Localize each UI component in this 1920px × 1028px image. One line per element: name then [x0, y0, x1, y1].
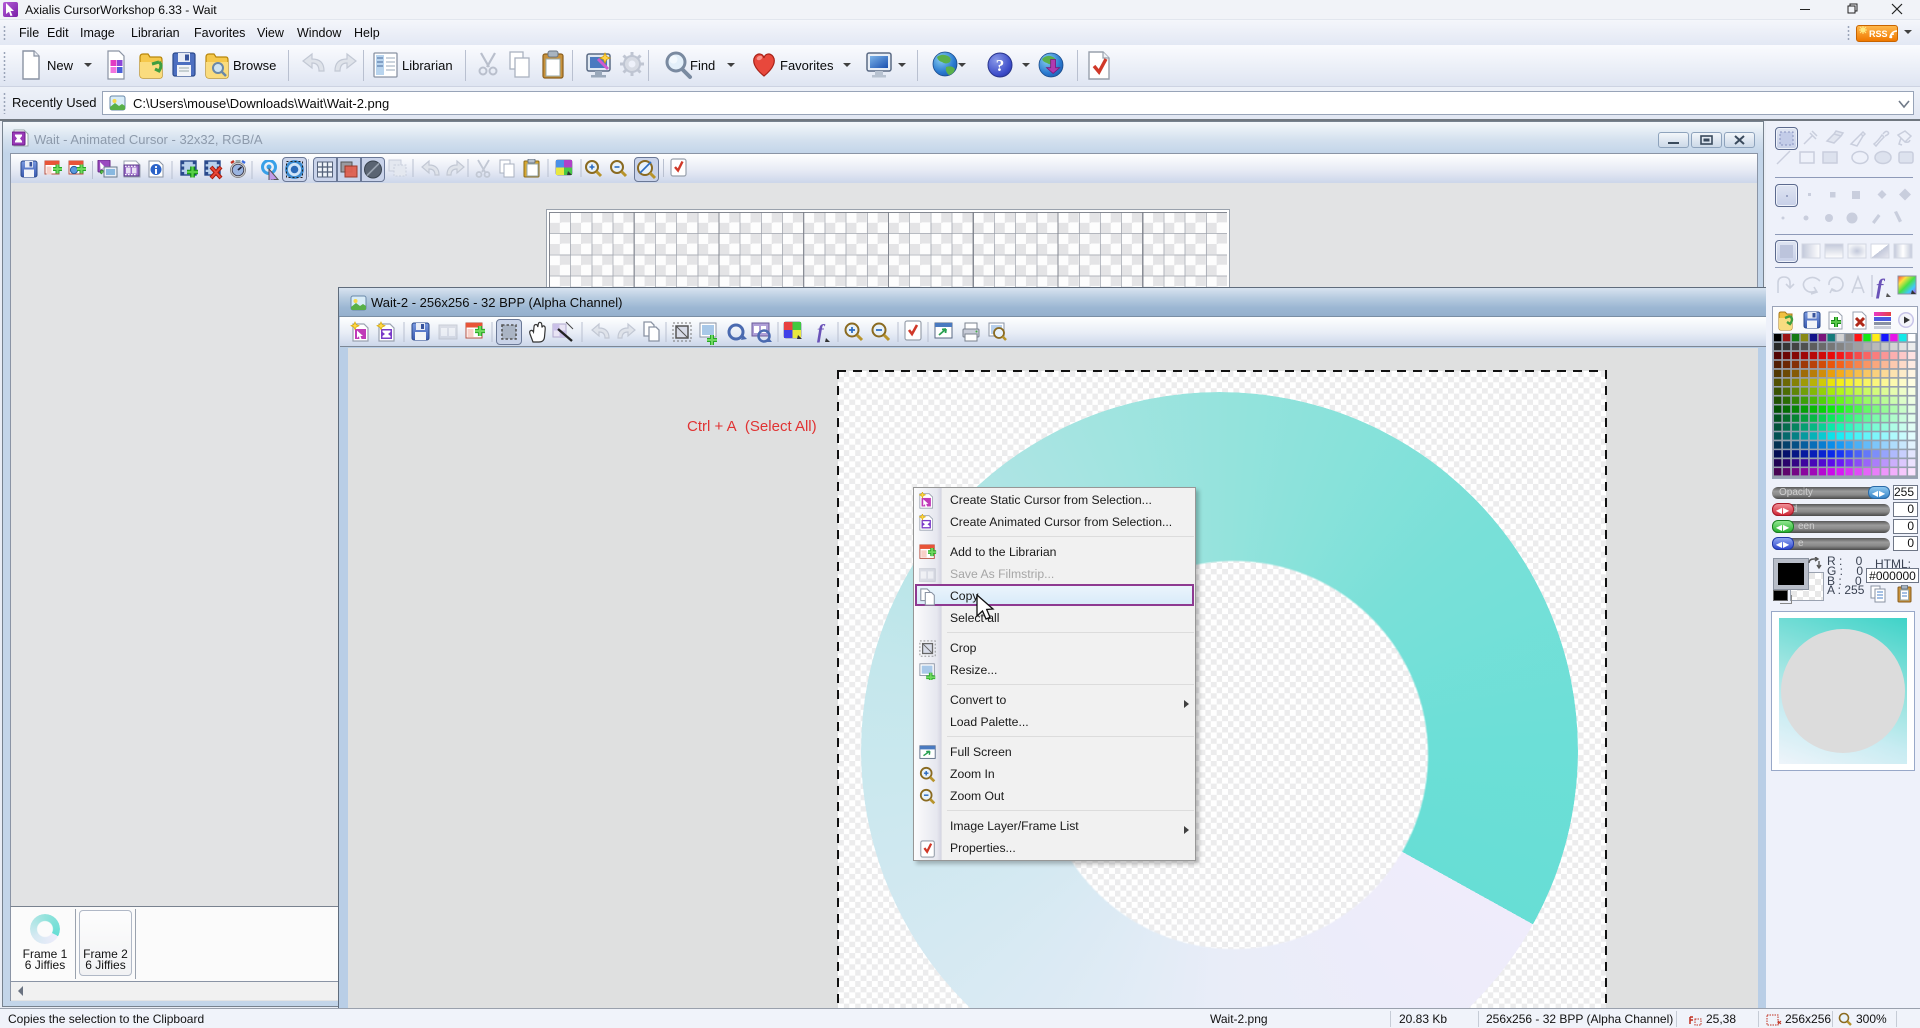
svg-text:?: ? — [996, 56, 1005, 75]
svg-text:f: f — [1876, 274, 1886, 299]
svg-text:RSS: RSS — [1869, 29, 1888, 39]
svg-text:f: f — [817, 321, 826, 343]
